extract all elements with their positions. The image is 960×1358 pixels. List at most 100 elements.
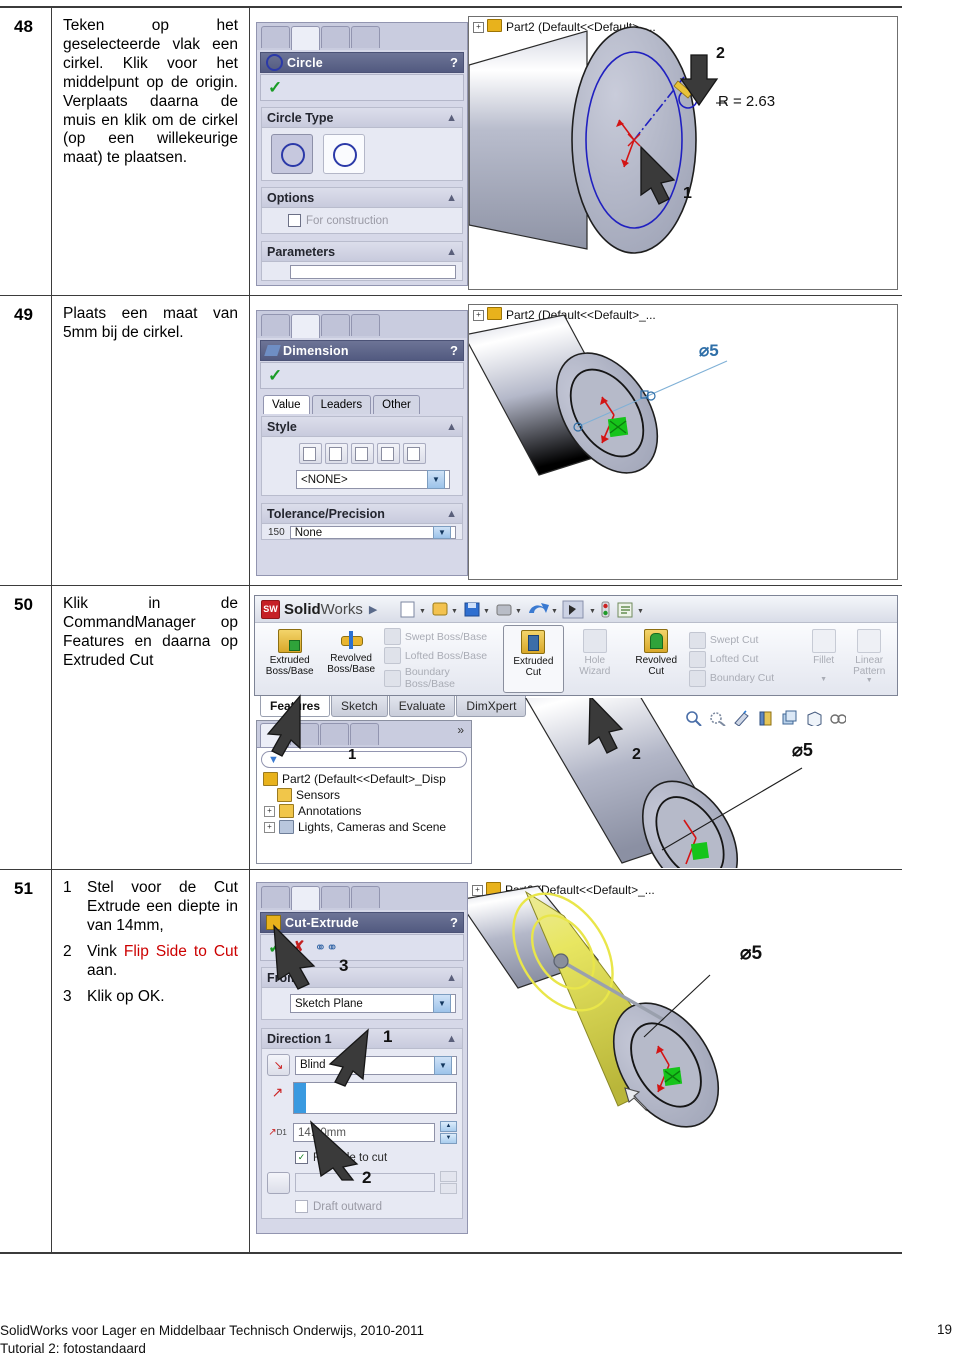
property-manager-tab-icon[interactable] [291, 886, 320, 910]
zoom-to-fit-icon[interactable] [685, 710, 702, 726]
tree-root-item[interactable]: Part2 (Default<<Default>_Disp [257, 771, 471, 787]
tab-evaluate[interactable]: Evaluate [388, 696, 456, 717]
command-manager-ribbon: SW SolidWorks ▶ ▼ ▼ ▼ ▼ ▼ ▼ ▼ Extruded B… [254, 595, 898, 696]
zoom-to-area-icon[interactable] [709, 710, 726, 726]
chevron-down-icon[interactable]: ▼ [433, 994, 451, 1013]
hole-wizard-button[interactable]: Hole Wizard [564, 625, 625, 693]
swept-cut-button[interactable]: Swept Cut [688, 631, 800, 649]
chevron-up-icon[interactable]: ▲ [446, 1033, 457, 1045]
center-circle-option[interactable] [271, 134, 313, 174]
chevron-up-icon[interactable]: ▲ [446, 246, 457, 258]
help-icon[interactable]: ? [450, 915, 458, 930]
draft-outward-row[interactable]: Draft outward [295, 1200, 457, 1213]
help-icon[interactable]: ? [450, 343, 458, 358]
button-label: Revolved Cut [635, 655, 678, 678]
fillet-button[interactable]: Fillet ▼ [802, 625, 846, 693]
display-style-icon[interactable]: ▼ [781, 710, 798, 726]
checkbox-icon[interactable] [288, 214, 301, 227]
chevron-down-icon[interactable]: ▼ [427, 470, 445, 489]
delete-style-icon[interactable] [350, 443, 374, 464]
perimeter-circle-option[interactable] [323, 134, 365, 174]
stepper-down-icon[interactable]: ▼ [440, 1133, 457, 1144]
checkbox-icon[interactable] [295, 1200, 308, 1213]
group-label: Options [267, 190, 315, 205]
extruded-cut-button[interactable]: Extruded Cut [502, 625, 565, 693]
footer-line-2: Tutorial 2: fotostandaard [0, 1341, 146, 1357]
from-select[interactable]: Sketch Plane ▼ [290, 994, 456, 1013]
chevron-down-icon[interactable]: ▼ [434, 1055, 452, 1075]
configuration-manager-tab-icon[interactable] [321, 314, 350, 336]
graphics-viewport[interactable]: + Part2 (Default<<Default>_... [468, 304, 898, 580]
draft-stepper[interactable] [440, 1171, 457, 1194]
tree-overflow-icon[interactable]: » [457, 723, 468, 747]
chevron-up-icon[interactable]: ▲ [446, 112, 457, 124]
dimxpert-manager-tab-icon[interactable] [351, 886, 380, 908]
tab-value[interactable]: Value [263, 395, 310, 414]
chevron-up-icon[interactable]: ▲ [446, 421, 457, 433]
substep-2: 2 Vink Flip Side to Cut aan. [63, 943, 238, 981]
style-select[interactable]: <NONE> ▼ [296, 470, 450, 489]
swept-boss-base-button[interactable]: Swept Boss/Base [383, 628, 501, 645]
lofted-cut-icon [688, 650, 706, 668]
quick-access-toolbar[interactable]: ▼ ▼ ▼ ▼ ▼ ▼ ▼ [399, 599, 699, 619]
parameter-field[interactable] [290, 265, 456, 279]
page-number: 19 [936, 1322, 952, 1337]
expand-icon[interactable]: + [264, 821, 275, 833]
help-icon[interactable]: ? [450, 55, 458, 70]
tree-item-annotations[interactable]: + Annotations [257, 803, 471, 819]
boundary-cut-button[interactable]: Boundary Cut [688, 669, 800, 687]
sw-logo-icon: SW [261, 599, 280, 619]
substep-number: 2 [63, 942, 72, 960]
chevron-down-icon[interactable]: ▼ [433, 526, 451, 539]
feature-manager-tab-icon[interactable] [261, 314, 290, 336]
appearances-icon[interactable]: ▼ [829, 710, 846, 726]
chevron-up-icon[interactable]: ▲ [446, 192, 457, 204]
property-manager-tab-icon[interactable] [291, 314, 320, 338]
graphics-viewport[interactable]: + Part2 (Default<<Default>_... [468, 16, 898, 290]
dimxpert-manager-tab-icon[interactable] [351, 314, 380, 336]
dimxpert-manager-tab-icon[interactable] [350, 723, 379, 745]
chevron-up-icon[interactable]: ▲ [446, 972, 457, 984]
section-view-icon[interactable] [733, 710, 750, 726]
add-style-icon[interactable] [324, 443, 348, 464]
feature-manager-tab-icon[interactable] [261, 886, 290, 908]
tab-sketch[interactable]: Sketch [331, 696, 388, 717]
linear-pattern-button[interactable]: Linear Pattern ▼ [845, 625, 893, 693]
tree-item-lights[interactable]: + Lights, Cameras and Scene [257, 819, 471, 835]
group-header: Tolerance/Precision ▲ [262, 504, 462, 524]
tab-other[interactable]: Other [373, 395, 420, 414]
configuration-manager-tab-icon[interactable] [321, 26, 350, 48]
hide-show-items-icon[interactable]: ▼ [805, 710, 822, 726]
save-style-icon[interactable] [376, 443, 400, 464]
tab-leaders[interactable]: Leaders [311, 395, 372, 414]
tolerance-select[interactable]: None ▼ [289, 526, 456, 539]
for-construction-row[interactable]: For construction [268, 214, 456, 227]
apply-style-icon[interactable] [298, 443, 322, 464]
cylinder-3d-model [469, 26, 727, 254]
revolved-cut-button[interactable]: Revolved Cut [626, 625, 687, 693]
menu-expand-icon[interactable]: ▶ [369, 603, 377, 616]
boundary-boss-base-button[interactable]: Boundary Boss/Base [383, 666, 501, 690]
accept-check-icon[interactable]: ✓ [268, 78, 282, 98]
configuration-manager-tab-icon[interactable] [321, 886, 350, 908]
draft-angle-button[interactable] [267, 1171, 290, 1194]
graphics-viewport[interactable]: + Part2 (Default<<Default>_... [468, 880, 896, 1238]
stepper-up-icon[interactable]: ▲ [440, 1121, 457, 1132]
extruded-boss-base-button[interactable]: Extruded Boss/Base [259, 625, 320, 693]
depth-stepper[interactable]: ▲ ▼ [440, 1121, 457, 1144]
accept-check-icon[interactable]: ✓ [268, 366, 282, 386]
group-body [262, 128, 462, 180]
property-manager-tab-icon[interactable] [291, 26, 320, 50]
feature-manager-tab-icon[interactable] [261, 26, 290, 48]
lofted-boss-base-button[interactable]: Lofted Boss/Base [383, 647, 501, 664]
view-orientation-icon[interactable] [757, 710, 774, 726]
dimxpert-manager-tab-icon[interactable] [351, 26, 380, 48]
reverse-direction-button[interactable]: ↘ [267, 1054, 290, 1076]
expand-icon[interactable]: + [264, 805, 275, 817]
tree-item-sensors[interactable]: Sensors [257, 787, 471, 803]
revolved-boss-base-button[interactable]: Revolved Boss/Base [320, 625, 381, 693]
extruded-cut-icon [521, 630, 546, 654]
lofted-cut-button[interactable]: Lofted Cut [688, 650, 800, 668]
chevron-up-icon[interactable]: ▲ [446, 508, 457, 520]
load-style-icon[interactable] [402, 443, 426, 464]
